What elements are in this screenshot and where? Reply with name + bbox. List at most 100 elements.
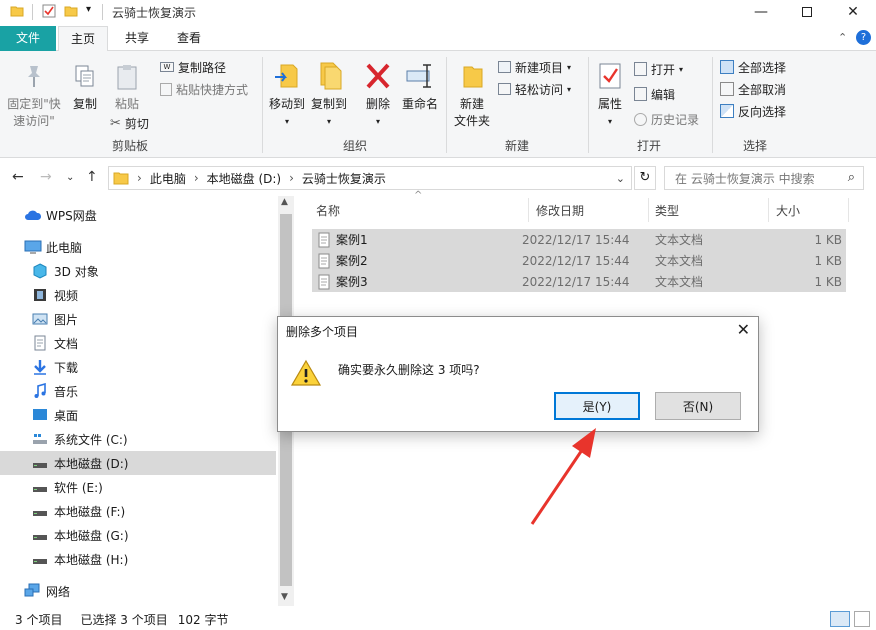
- column-divider[interactable]: [528, 198, 529, 222]
- invert-selection-button[interactable]: 反向选择: [720, 101, 786, 121]
- maximize-button[interactable]: [784, 0, 830, 24]
- select-all-button[interactable]: 全部选择: [720, 57, 786, 77]
- breadcrumb-folder[interactable]: 云骑士恢复演示: [302, 170, 386, 187]
- copy-path-label: 复制路径: [178, 60, 227, 75]
- delete-button[interactable]: 删除 ▾: [362, 61, 394, 130]
- dropdown-icon: ▾: [567, 62, 572, 72]
- scroll-up-icon[interactable]: ▲: [281, 197, 288, 207]
- nav-item-documents[interactable]: 文档: [0, 331, 276, 355]
- column-divider[interactable]: [648, 198, 649, 222]
- tab-share[interactable]: 共享: [112, 26, 162, 51]
- history-label: 历史记录: [651, 112, 700, 127]
- nav-item-drive-f[interactable]: 本地磁盘 (F:): [0, 499, 276, 523]
- minimize-button[interactable]: —: [738, 0, 784, 24]
- no-button[interactable]: 否(N): [655, 392, 741, 420]
- nav-item-drive-c[interactable]: 系统文件 (C:): [0, 427, 276, 451]
- column-divider[interactable]: [768, 198, 769, 222]
- column-header-size[interactable]: 大小: [776, 196, 800, 224]
- nav-item-this-pc[interactable]: 此电脑: [0, 235, 276, 259]
- dropdown-icon: ▾: [375, 117, 380, 126]
- dialog-close-icon[interactable]: ✕: [737, 320, 750, 339]
- copy-button[interactable]: 复制: [68, 63, 102, 113]
- properties-button[interactable]: 属性 ▾: [594, 61, 626, 130]
- drive-icon: [33, 487, 47, 492]
- new-folder-icon[interactable]: [64, 4, 78, 18]
- up-arrow-icon[interactable]: ↑: [86, 169, 98, 185]
- chevron-right-icon: ›: [137, 171, 142, 185]
- copy-path-button[interactable]: W 复制路径: [160, 57, 226, 77]
- dropdown-icon: ▾: [284, 117, 289, 126]
- file-size: 1 KB: [814, 253, 842, 268]
- dropdown-icon: ▾: [607, 117, 612, 126]
- tab-file[interactable]: 文件: [0, 26, 56, 51]
- nav-item-desktop[interactable]: 桌面: [0, 403, 276, 427]
- nav-item-downloads[interactable]: 下载: [0, 355, 276, 379]
- nav-item-drive-e[interactable]: 软件 (E:): [0, 475, 276, 499]
- search-input[interactable]: 在 云骑士恢复演示 中搜索 ⌕: [664, 166, 864, 190]
- sort-ascending-icon: ^: [414, 190, 423, 201]
- properties-check-icon[interactable]: [42, 4, 56, 18]
- breadcrumb-this-pc[interactable]: 此电脑: [150, 170, 186, 187]
- drive-icon: [33, 559, 47, 564]
- nav-item-network[interactable]: 网络: [0, 579, 276, 603]
- column-header-type[interactable]: 类型: [655, 196, 679, 224]
- column-header-name[interactable]: 名称: [316, 196, 340, 224]
- file-row[interactable]: 案例2 2022/12/17 15:44 文本文档 1 KB: [312, 250, 846, 271]
- nav-label: 本地磁盘 (D:): [54, 456, 129, 471]
- drive-icon: [33, 535, 47, 540]
- nav-item-wps[interactable]: WPS网盘: [0, 203, 276, 227]
- nav-item-3d[interactable]: 3D 对象: [0, 259, 276, 283]
- recent-dropdown-icon[interactable]: ⌄: [66, 172, 74, 183]
- address-dropdown-icon[interactable]: ⌄: [616, 172, 625, 185]
- group-separator: [446, 57, 447, 153]
- breadcrumb-drive-d[interactable]: 本地磁盘 (D:): [207, 170, 281, 187]
- ribbon: 固定到"快 速访问" 复制 粘贴 W 复制路径 粘贴快捷方式 ✂ 剪切 剪贴板 移动…: [0, 51, 876, 158]
- nav-item-drive-d[interactable]: 本地磁盘 (D:): [0, 451, 276, 475]
- help-icon[interactable]: ?: [856, 30, 871, 45]
- maximize-icon: [802, 7, 812, 17]
- large-icons-view-icon[interactable]: [854, 611, 870, 627]
- tab-view[interactable]: 查看: [164, 26, 214, 51]
- column-divider[interactable]: [848, 198, 849, 222]
- quick-access-dropdown-icon[interactable]: ▾: [86, 4, 91, 15]
- nav-item-music[interactable]: 音乐: [0, 379, 276, 403]
- nav-item-drive-g[interactable]: 本地磁盘 (G:): [0, 523, 276, 547]
- select-none-button[interactable]: 全部取消: [720, 79, 786, 99]
- paste-shortcut-button[interactable]: 粘贴快捷方式: [160, 79, 248, 99]
- nav-item-pictures[interactable]: 图片: [0, 307, 276, 331]
- paste-button[interactable]: 粘贴: [110, 63, 144, 113]
- collapse-ribbon-icon[interactable]: ⌃: [838, 31, 847, 44]
- video-icon: [34, 289, 46, 301]
- cut-button[interactable]: ✂ 剪切: [110, 113, 149, 133]
- close-button[interactable]: ✕: [830, 0, 876, 24]
- refresh-button[interactable]: ↻: [634, 166, 656, 190]
- move-to-icon: [275, 64, 298, 88]
- open-button[interactable]: 打开 ▾: [634, 59, 683, 79]
- move-to-button[interactable]: 移动到 ▾: [266, 61, 308, 130]
- easy-access-button[interactable]: 轻松访问 ▾: [498, 79, 571, 99]
- column-header-modified[interactable]: 修改日期: [536, 196, 584, 224]
- address-bar[interactable]: › 此电脑 › 本地磁盘 (D:) › 云骑士恢复演示 ⌄: [108, 166, 632, 190]
- nav-item-videos[interactable]: 视频: [0, 283, 276, 307]
- edit-button[interactable]: 编辑: [634, 84, 675, 104]
- scroll-down-icon[interactable]: ▼: [281, 592, 288, 602]
- history-button[interactable]: 历史记录: [634, 109, 699, 129]
- properties-icon: [599, 63, 621, 89]
- details-view-icon[interactable]: [830, 611, 850, 627]
- new-folder-button[interactable]: 新建 文件夹: [452, 61, 492, 130]
- copy-to-button[interactable]: 复制到 ▾: [308, 61, 350, 130]
- file-row[interactable]: 案例1 2022/12/17 15:44 文本文档 1 KB: [312, 229, 846, 250]
- file-row[interactable]: 案例3 2022/12/17 15:44 文本文档 1 KB: [312, 271, 846, 292]
- nav-item-drive-h[interactable]: 本地磁盘 (H:): [0, 547, 276, 571]
- warning-icon: [290, 359, 322, 386]
- pin-quick-access-button[interactable]: 固定到"快 速访问": [4, 63, 64, 130]
- search-icon[interactable]: ⌕: [848, 170, 855, 185]
- select-all-icon: [720, 60, 734, 74]
- back-arrow-icon[interactable]: ←: [12, 169, 24, 185]
- tab-home[interactable]: 主页: [58, 26, 108, 52]
- new-item-button[interactable]: 新建项目 ▾: [498, 57, 571, 77]
- yes-button[interactable]: 是(Y): [554, 392, 640, 420]
- new-item-label: 新建项目: [515, 60, 564, 75]
- forward-arrow-icon[interactable]: →: [40, 169, 52, 185]
- rename-button[interactable]: 重命名: [400, 61, 440, 113]
